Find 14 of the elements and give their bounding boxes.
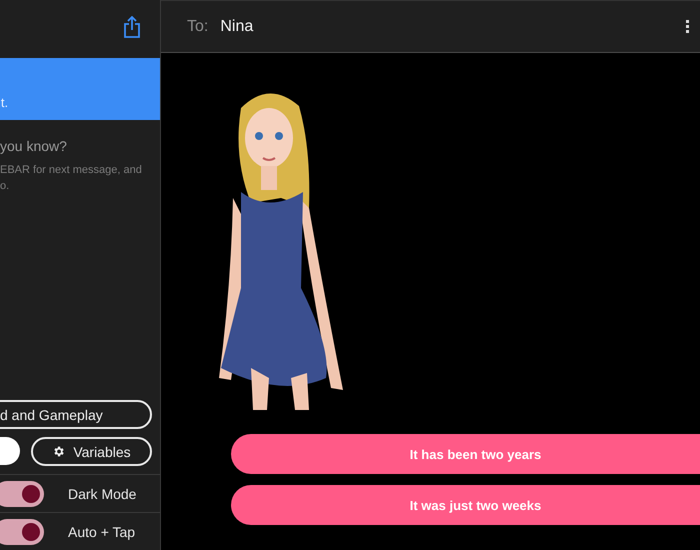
toggle-label: Dark Mode — [68, 486, 136, 502]
to-label: To: — [187, 18, 208, 36]
banner-text: it. — [0, 95, 8, 110]
settings-button[interactable]: d and Gameplay — [0, 400, 152, 429]
tip-title: you know? — [0, 138, 68, 154]
recipient-name: Nina — [220, 18, 254, 36]
toggle-label: Auto + Tap — [68, 524, 136, 540]
variables-button[interactable]: Variables — [31, 437, 152, 466]
toggle-switch[interactable] — [0, 518, 44, 544]
share-icon[interactable] — [124, 16, 140, 38]
numbered-list-icon[interactable] — [685, 20, 690, 34]
toggle-switch[interactable] — [0, 480, 44, 506]
tip-text: EBAR for next message, and o. — [0, 163, 143, 194]
gear-icon — [52, 445, 66, 458]
